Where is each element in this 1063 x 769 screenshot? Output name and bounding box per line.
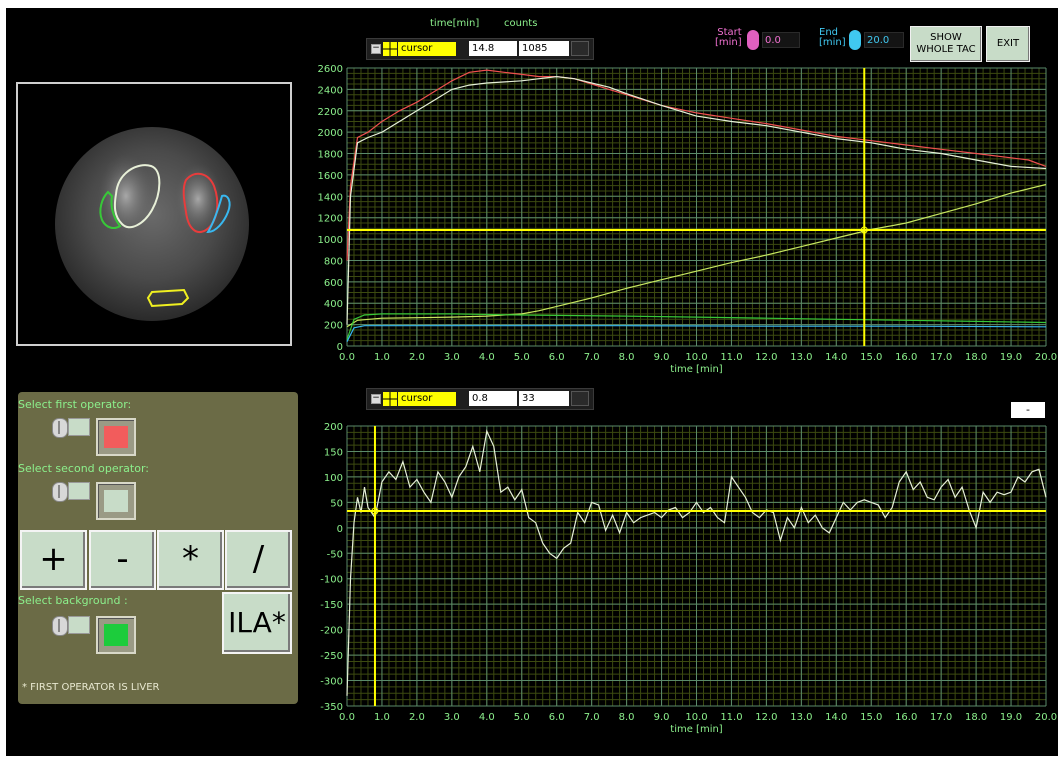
x-tick-label: 2.0 bbox=[409, 712, 425, 723]
x-tick-label: 15.0 bbox=[860, 712, 882, 723]
x-tick-label: 14.0 bbox=[825, 712, 847, 723]
y-tick-label: 1400 bbox=[318, 192, 343, 203]
y-tick-label: 0 bbox=[337, 342, 343, 353]
x-tick-label: 6.0 bbox=[549, 712, 565, 723]
y-tick-label: 400 bbox=[324, 299, 343, 310]
y-tick-label: 2200 bbox=[318, 107, 343, 118]
x-tick-label: 7.0 bbox=[584, 712, 600, 723]
y-tick-label: 800 bbox=[324, 256, 343, 267]
x-tick-label: 14.0 bbox=[825, 352, 847, 363]
y-tick-label: -300 bbox=[320, 677, 343, 688]
x-tick-label: 9.0 bbox=[654, 712, 670, 723]
x-tick-label: 19.0 bbox=[1000, 712, 1022, 723]
x-tick-label: 5.0 bbox=[514, 712, 530, 723]
x-tick-label: 0.0 bbox=[339, 712, 355, 723]
y-tick-label: 200 bbox=[324, 422, 343, 433]
first-operator-color-swatch bbox=[104, 426, 128, 448]
add-operator-button[interactable]: + bbox=[20, 530, 87, 590]
x-tick-label: 1.0 bbox=[374, 352, 390, 363]
x-tick-label: 1.0 bbox=[374, 712, 390, 723]
x-tick-label: 0.0 bbox=[339, 352, 355, 363]
x-tick-label: 10.0 bbox=[685, 712, 707, 723]
x-tick-label: 7.0 bbox=[584, 352, 600, 363]
y-tick-label: -200 bbox=[320, 626, 343, 637]
x-tick-label: 17.0 bbox=[930, 352, 952, 363]
second-operator-swatch-frame bbox=[96, 482, 136, 520]
x-tick-label: 12.0 bbox=[755, 712, 777, 723]
background-label: Select background : bbox=[18, 594, 128, 607]
x-tick-label: 9.0 bbox=[654, 352, 670, 363]
y-tick-label: -250 bbox=[320, 651, 343, 662]
y-tick-label: 1600 bbox=[318, 171, 343, 182]
y-tick-label: 2000 bbox=[318, 128, 343, 139]
background-color-swatch bbox=[104, 624, 128, 646]
x-tick-label: 20.0 bbox=[1035, 352, 1057, 363]
second-operator-index[interactable] bbox=[68, 482, 90, 500]
x-tick-label: 20.0 bbox=[1035, 712, 1057, 723]
y-tick-label: 1200 bbox=[318, 214, 343, 225]
x-tick-label: 13.0 bbox=[790, 352, 812, 363]
x-axis-label: time [min] bbox=[670, 364, 723, 375]
tac-analysis-window: time[min] counts − cursor 14.8 1085 Star… bbox=[6, 8, 1058, 756]
tac-chart[interactable]: 0.0 1.0 2.0 3.0 4.0 5.0 6.0 7.0 8.0 9.0 10.0 11.0 12… bbox=[6, 8, 1058, 388]
y-tick-label: -150 bbox=[320, 600, 343, 611]
multiply-operator-button[interactable]: * bbox=[157, 530, 224, 590]
y-tick-label: 100 bbox=[324, 473, 343, 484]
second-operator-color-swatch bbox=[104, 490, 128, 512]
y-tick-label: 200 bbox=[324, 321, 343, 332]
x-tick-label: 8.0 bbox=[619, 712, 635, 723]
x-tick-label: 3.0 bbox=[444, 712, 460, 723]
y-tick-label: 600 bbox=[324, 278, 343, 289]
background-swatch-frame bbox=[96, 616, 136, 654]
x-tick-label: 18.0 bbox=[965, 352, 987, 363]
background-spinner-icon[interactable] bbox=[52, 616, 68, 636]
x-tick-label: 19.0 bbox=[1000, 352, 1022, 363]
y-tick-label: -350 bbox=[320, 702, 343, 713]
divide-operator-button[interactable]: / bbox=[225, 530, 292, 590]
x-tick-label: 2.0 bbox=[409, 352, 425, 363]
x-tick-label: 3.0 bbox=[444, 352, 460, 363]
second-operator-spinner-icon[interactable] bbox=[52, 482, 68, 502]
y-tick-label: 1800 bbox=[318, 150, 343, 161]
x-tick-label: 10.0 bbox=[685, 352, 707, 363]
second-operator-label: Select second operator: bbox=[18, 462, 149, 475]
x-axis-label: time [min] bbox=[670, 724, 723, 735]
y-tick-label: -100 bbox=[320, 575, 343, 586]
liver-note: * FIRST OPERATOR IS LIVER bbox=[22, 682, 160, 693]
y-tick-label: 150 bbox=[324, 447, 343, 458]
y-tick-label: -50 bbox=[327, 549, 343, 560]
x-tick-label: 16.0 bbox=[895, 712, 917, 723]
x-tick-label: 16.0 bbox=[895, 352, 917, 363]
first-operator-index[interactable] bbox=[68, 418, 90, 436]
ila-button[interactable]: ILA* bbox=[222, 592, 292, 654]
first-operator-swatch-frame bbox=[96, 418, 136, 456]
y-tick-label: 1000 bbox=[318, 235, 343, 246]
x-tick-label: 5.0 bbox=[514, 352, 530, 363]
x-tick-label: 6.0 bbox=[549, 352, 565, 363]
y-tick-label: 0 bbox=[337, 524, 343, 535]
x-tick-label: 17.0 bbox=[930, 712, 952, 723]
x-tick-label: 13.0 bbox=[790, 712, 812, 723]
background-index[interactable] bbox=[68, 616, 90, 634]
y-tick-label: 50 bbox=[330, 498, 343, 509]
x-tick-label: 18.0 bbox=[965, 712, 987, 723]
subtract-operator-button[interactable]: - bbox=[89, 530, 156, 590]
x-tick-label: 11.0 bbox=[720, 712, 742, 723]
x-tick-label: 11.0 bbox=[720, 352, 742, 363]
y-tick-label: 2600 bbox=[318, 64, 343, 75]
x-tick-label: 4.0 bbox=[479, 352, 495, 363]
x-tick-label: 12.0 bbox=[755, 352, 777, 363]
x-tick-label: 8.0 bbox=[619, 352, 635, 363]
y-tick-label: 2400 bbox=[318, 85, 343, 96]
first-operator-spinner-icon[interactable] bbox=[52, 418, 68, 438]
x-tick-label: 4.0 bbox=[479, 712, 495, 723]
first-operator-label: Select first operator: bbox=[18, 398, 132, 411]
x-tick-label: 15.0 bbox=[860, 352, 882, 363]
